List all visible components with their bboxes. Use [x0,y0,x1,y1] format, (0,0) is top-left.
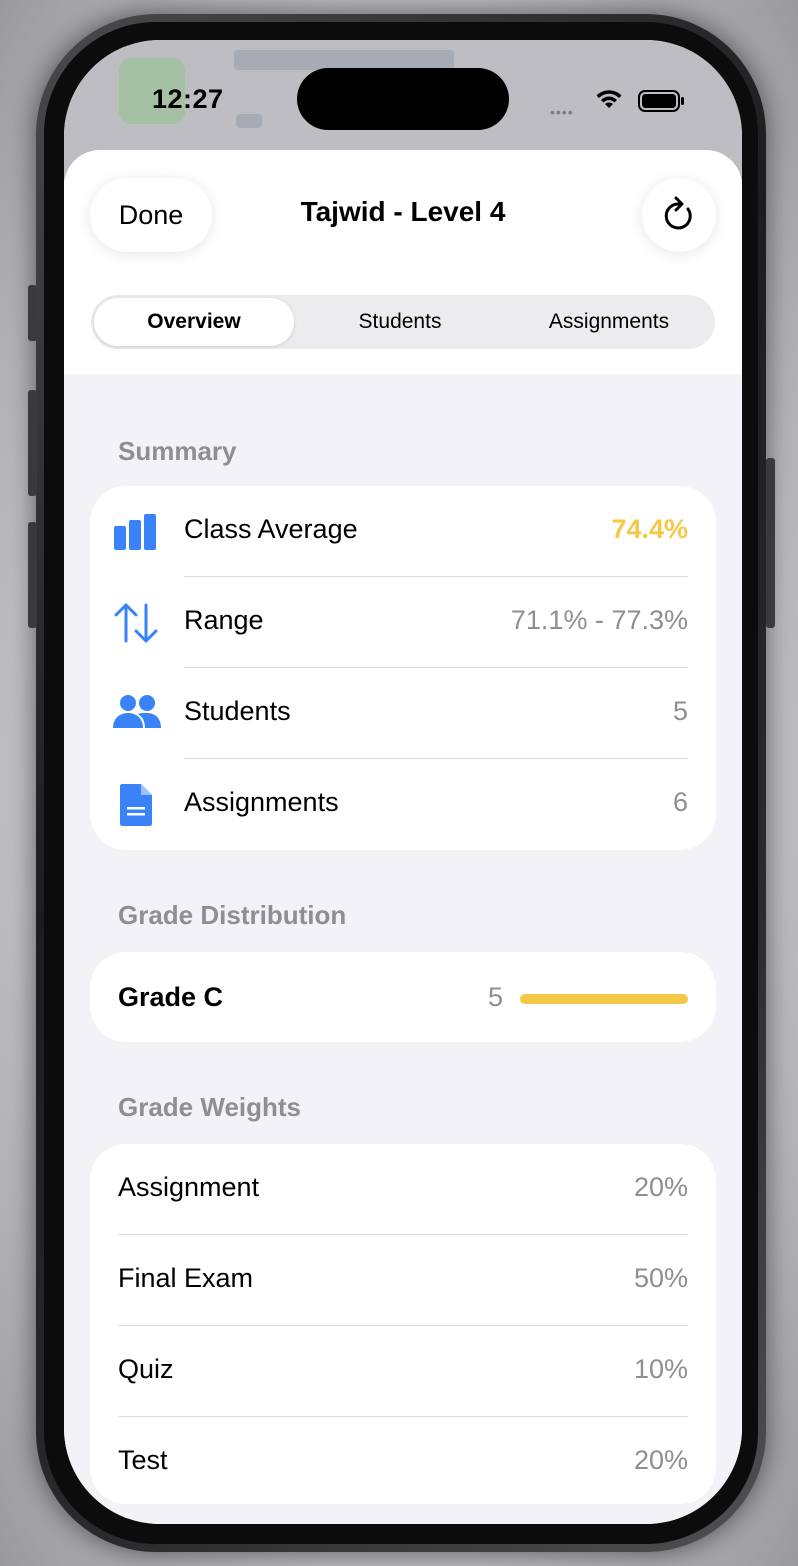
summary-row-students: Students 5 [90,668,716,759]
class-detail-sheet: Done Tajwid - Level 4 Overview Students … [64,150,742,1524]
refresh-button[interactable] [642,178,716,252]
grade-weights-header: Grade Weights [118,1092,302,1122]
grade-distribution-card: Grade C 5 [90,952,716,1042]
grade-distribution-header: Grade Distribution [118,900,347,930]
weight-label: Final Exam [118,1263,254,1293]
summary-card: Class Average 74.4% Range 71.1% - 77.3% [90,486,716,850]
document-icon [120,784,152,826]
grade-label: Grade C [118,982,224,1012]
tab-bar: Overview Students Assignments [91,295,715,349]
wifi-icon [596,90,622,108]
bar-chart-icon [114,514,156,550]
sheet-title: Tajwid - Level 4 [300,196,506,227]
weight-label: Test [118,1445,168,1475]
summary-label: Students [184,696,291,726]
tab-assignments[interactable]: Assignments [506,298,712,346]
weight-row-quiz: Quiz 10% [90,1326,716,1417]
weight-label: Assignment [118,1172,260,1202]
grade-bar-fill [520,994,688,1004]
summary-row-range: Range 71.1% - 77.3% [90,577,716,668]
range-value: 71.1% - 77.3% [510,605,688,635]
sheet-header: Done Tajwid - Level 4 Overview Students … [64,150,742,374]
status-bar: 12:27 •••• [64,40,742,150]
weight-value: 10% [633,1354,688,1384]
screen: 12:27 •••• Done Tajwid - Level 4 Overvie… [64,40,742,1524]
class-average-value: 74.4% [611,514,688,544]
grade-weights-card: Assignment 20% Final Exam 50% Quiz 10% T… [90,1144,716,1504]
weight-value: 20% [633,1445,688,1475]
volume-down-button [28,522,37,628]
summary-label: Class Average [184,514,358,544]
students-count-value: 5 [672,696,688,726]
tab-overview[interactable]: Overview [94,298,294,346]
summary-row-assignments: Assignments 6 [90,759,716,850]
weight-row-assignment: Assignment 20% [90,1144,716,1235]
weight-label: Quiz [118,1354,174,1384]
battery-icon [638,90,684,112]
summary-label: Assignments [184,787,339,817]
summary-header: Summary [118,436,237,466]
dynamic-island [297,68,509,130]
sort-arrows-icon [114,603,158,643]
power-button [766,458,775,628]
refresh-icon [664,196,692,230]
summary-label: Range [184,605,264,635]
weight-value: 50% [633,1263,688,1293]
status-time: 12:27 [152,84,224,114]
assignments-count-value: 6 [672,787,688,817]
cellular-signal-icon: •••• [550,104,574,120]
weight-value: 20% [633,1172,688,1202]
tab-students[interactable]: Students [300,298,500,346]
weight-row-test: Test 20% [90,1417,716,1508]
grade-bar-track [520,994,688,1004]
people-icon [113,695,161,728]
grade-count: 5 [488,982,504,1012]
weight-row-final-exam: Final Exam 50% [90,1235,716,1326]
volume-up-button [28,390,37,496]
action-button [28,285,37,341]
summary-row-class-average: Class Average 74.4% [90,486,716,577]
